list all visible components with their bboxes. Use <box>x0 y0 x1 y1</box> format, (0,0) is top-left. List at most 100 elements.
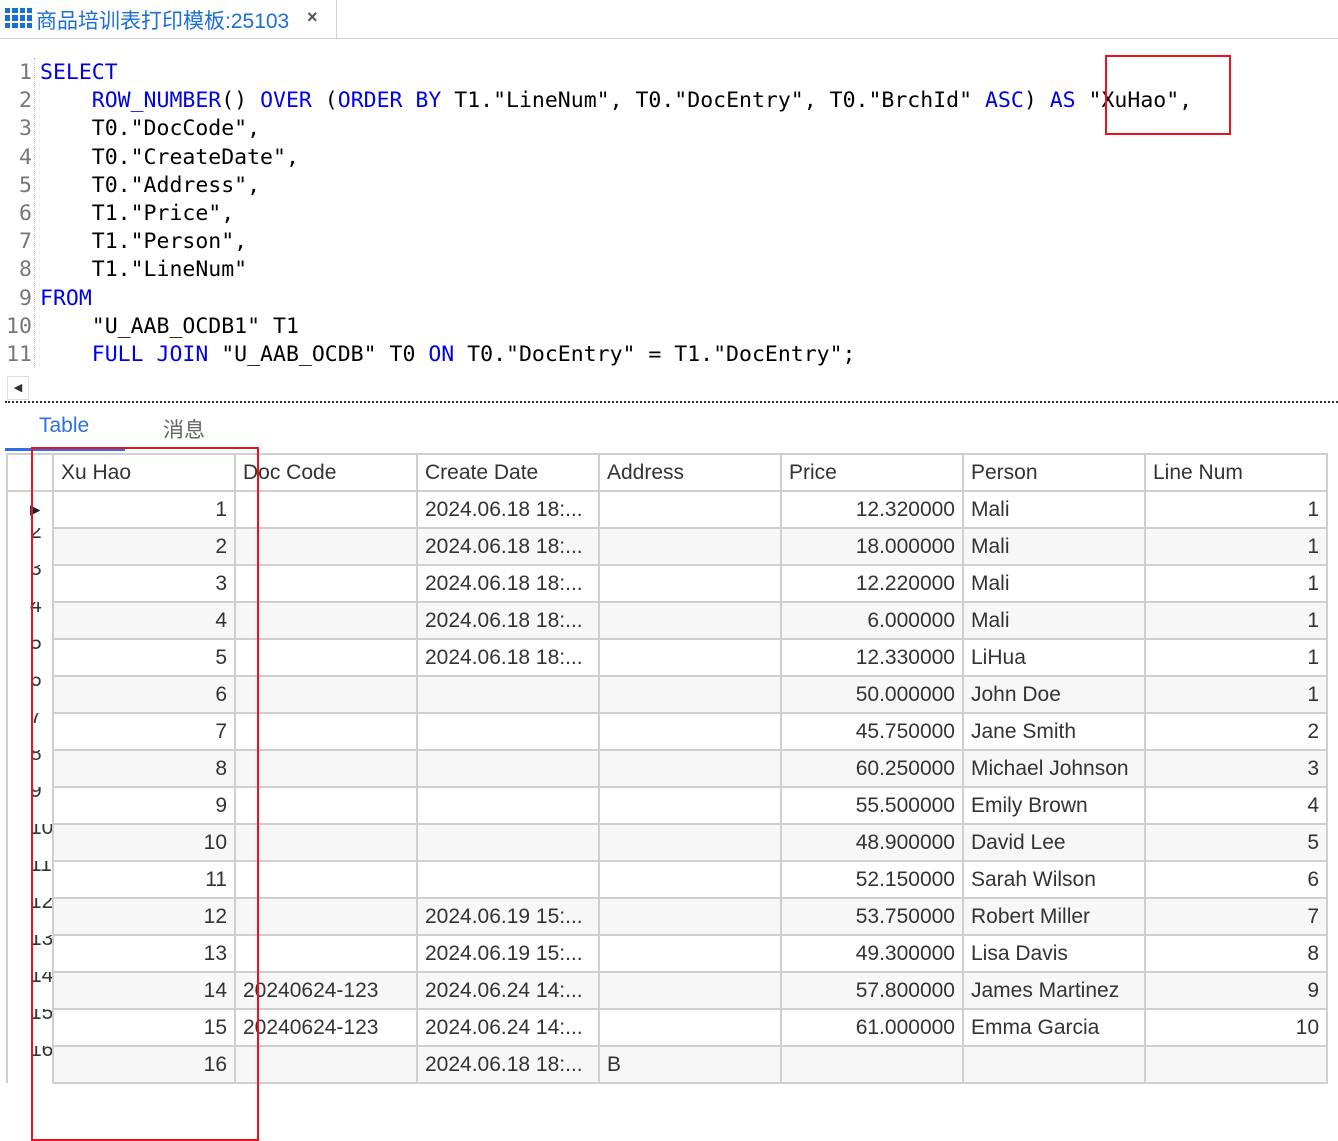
table-cell[interactable]: Jane Smith <box>962 712 1146 751</box>
tab-messages[interactable]: 消息 <box>163 414 205 444</box>
table-cell[interactable]: 5 <box>1144 823 1328 862</box>
table-cell[interactable]: 20240624-123 <box>234 1008 418 1047</box>
column-header[interactable]: Address <box>598 453 782 492</box>
splitter[interactable] <box>5 401 1338 403</box>
table-cell[interactable] <box>234 1045 418 1084</box>
table-cell[interactable] <box>598 971 782 1010</box>
table-cell[interactable] <box>598 934 782 973</box>
table-cell[interactable] <box>416 786 600 825</box>
table-cell[interactable]: 1 <box>1144 564 1328 603</box>
table-cell[interactable]: 6 <box>1144 860 1328 899</box>
table-cell[interactable] <box>234 934 418 973</box>
table-cell[interactable] <box>416 860 600 899</box>
column-header[interactable]: Create Date <box>416 453 600 492</box>
table-cell[interactable] <box>234 490 418 529</box>
scroll-left-button[interactable]: ◀ <box>7 376 29 400</box>
table-cell[interactable] <box>234 638 418 677</box>
table-cell[interactable]: 2024.06.18 18:... <box>416 527 600 566</box>
table-cell[interactable] <box>234 786 418 825</box>
table-cell[interactable]: 6.000000 <box>780 601 964 640</box>
table-cell[interactable]: 2024.06.18 18:... <box>416 1045 600 1084</box>
table-cell[interactable]: 45.750000 <box>780 712 964 751</box>
table-cell[interactable] <box>416 675 600 714</box>
table-cell[interactable] <box>598 564 782 603</box>
table-cell[interactable]: 1 <box>1144 601 1328 640</box>
table-cell[interactable]: John Doe <box>962 675 1146 714</box>
table-cell[interactable]: 4 <box>1144 786 1328 825</box>
table-cell[interactable] <box>598 601 782 640</box>
table-cell[interactable]: 2024.06.19 15:... <box>416 934 600 973</box>
table-cell[interactable]: 9 <box>1144 971 1328 1010</box>
table-cell[interactable]: 10 <box>1144 1008 1328 1047</box>
table-cell[interactable] <box>234 564 418 603</box>
table-cell[interactable] <box>598 897 782 936</box>
table-cell[interactable]: LiHua <box>962 638 1146 677</box>
table-cell[interactable]: 2024.06.18 18:... <box>416 638 600 677</box>
table-cell[interactable]: 49.300000 <box>780 934 964 973</box>
table-cell[interactable] <box>416 749 600 788</box>
table-cell[interactable] <box>234 601 418 640</box>
column-header[interactable]: Person <box>962 453 1146 492</box>
table-cell[interactable]: 8 <box>1144 934 1328 973</box>
table-cell[interactable]: Mali <box>962 601 1146 640</box>
table-cell[interactable]: Lisa Davis <box>962 934 1146 973</box>
table-cell[interactable]: 2 <box>1144 712 1328 751</box>
document-tab[interactable]: 商品培训表打印模板:25103 × <box>0 0 337 38</box>
column-header[interactable]: Line Num <box>1144 453 1328 492</box>
table-cell[interactable]: 2024.06.18 18:... <box>416 601 600 640</box>
table-cell[interactable]: 2024.06.24 14:... <box>416 1008 600 1047</box>
table-cell[interactable] <box>234 749 418 788</box>
table-cell[interactable] <box>234 527 418 566</box>
table-cell[interactable]: B <box>598 1045 782 1084</box>
table-cell[interactable] <box>234 860 418 899</box>
table-cell[interactable] <box>598 712 782 751</box>
table-cell[interactable]: Michael Johnson <box>962 749 1146 788</box>
table-cell[interactable]: 20240624-123 <box>234 971 418 1010</box>
column-header[interactable]: Doc Code <box>234 453 418 492</box>
table-cell[interactable]: Emily Brown <box>962 786 1146 825</box>
table-cell[interactable] <box>598 1008 782 1047</box>
table-cell[interactable]: Mali <box>962 527 1146 566</box>
table-cell[interactable]: Mali <box>962 490 1146 529</box>
table-cell[interactable]: 1 <box>1144 490 1328 529</box>
table-cell[interactable]: 1 <box>1144 638 1328 677</box>
table-cell[interactable]: 55.500000 <box>780 786 964 825</box>
tab-table[interactable]: Table <box>39 414 89 438</box>
table-cell[interactable] <box>598 527 782 566</box>
table-cell[interactable]: 53.750000 <box>780 897 964 936</box>
table-cell[interactable]: 1 <box>1144 675 1328 714</box>
table-cell[interactable]: 12.330000 <box>780 638 964 677</box>
table-cell[interactable]: 2024.06.24 14:... <box>416 971 600 1010</box>
table-cell[interactable] <box>234 675 418 714</box>
table-cell[interactable]: David Lee <box>962 823 1146 862</box>
table-cell[interactable] <box>598 675 782 714</box>
table-cell[interactable]: 7 <box>1144 897 1328 936</box>
table-cell[interactable]: 50.000000 <box>780 675 964 714</box>
table-cell[interactable]: Emma Garcia <box>962 1008 1146 1047</box>
table-cell[interactable]: 60.250000 <box>780 749 964 788</box>
table-cell[interactable]: 2024.06.19 15:... <box>416 897 600 936</box>
table-cell[interactable]: 1 <box>1144 527 1328 566</box>
table-cell[interactable] <box>598 786 782 825</box>
table-cell[interactable] <box>1144 1045 1328 1084</box>
close-icon[interactable]: × <box>307 7 318 28</box>
table-cell[interactable] <box>234 712 418 751</box>
table-cell[interactable] <box>598 823 782 862</box>
table-cell[interactable]: 12.220000 <box>780 564 964 603</box>
table-cell[interactable] <box>416 712 600 751</box>
table-cell[interactable]: 57.800000 <box>780 971 964 1010</box>
table-cell[interactable]: 52.150000 <box>780 860 964 899</box>
table-cell[interactable]: 2024.06.18 18:... <box>416 490 600 529</box>
table-cell[interactable] <box>416 823 600 862</box>
table-cell[interactable] <box>234 823 418 862</box>
table-cell[interactable]: 2024.06.18 18:... <box>416 564 600 603</box>
table-cell[interactable]: 12.320000 <box>780 490 964 529</box>
column-header[interactable]: Price <box>780 453 964 492</box>
table-cell[interactable]: 3 <box>1144 749 1328 788</box>
table-cell[interactable] <box>598 638 782 677</box>
table-cell[interactable] <box>598 490 782 529</box>
table-cell[interactable]: 18.000000 <box>780 527 964 566</box>
table-cell[interactable] <box>780 1045 964 1084</box>
table-cell[interactable] <box>598 860 782 899</box>
table-cell[interactable]: Robert Miller <box>962 897 1146 936</box>
